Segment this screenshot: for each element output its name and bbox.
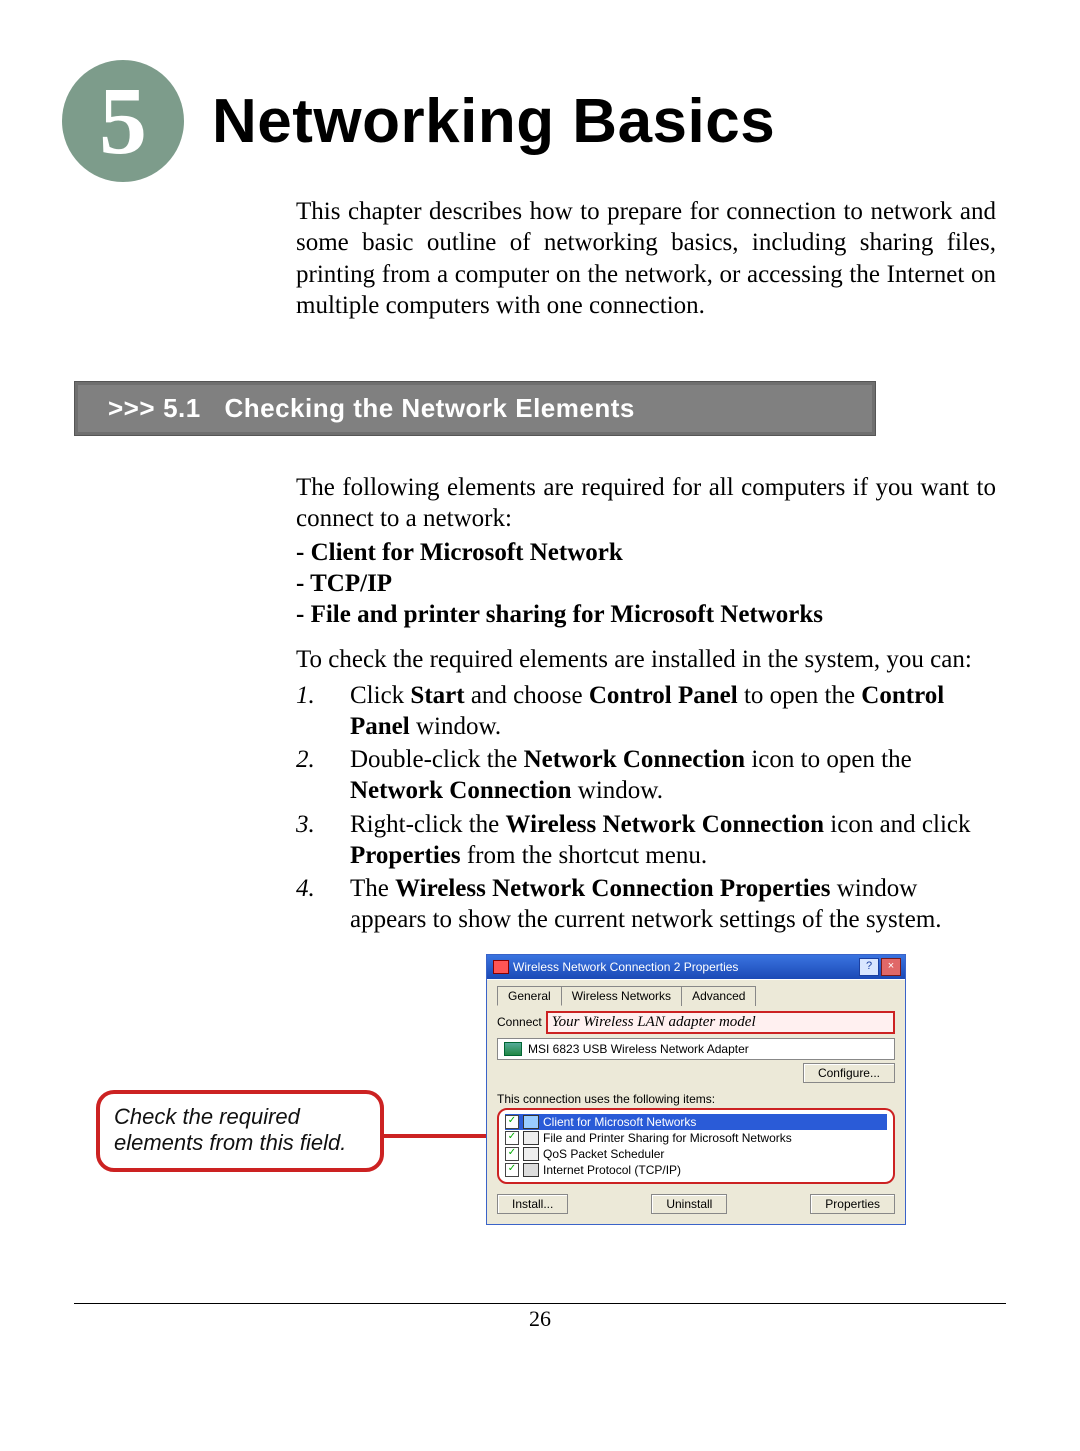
list-item-label: Internet Protocol (TCP/IP) <box>543 1163 681 1177</box>
checkbox-icon[interactable]: ✓ <box>505 1163 519 1177</box>
service-icon <box>523 1131 539 1145</box>
tab-wireless-networks[interactable]: Wireless Networks <box>561 986 682 1006</box>
checkbox-icon[interactable]: ✓ <box>505 1147 519 1161</box>
nic-icon <box>504 1042 522 1056</box>
tab-strip: General Wireless Networks Advanced <box>497 986 895 1006</box>
uninstall-button[interactable]: Uninstall <box>651 1194 727 1214</box>
page-number: 26 <box>0 1306 1080 1332</box>
list-item[interactable]: ✓ Internet Protocol (TCP/IP) <box>505 1162 887 1178</box>
required-intro-text: The following elements are required for … <box>296 472 996 535</box>
list-item[interactable]: ✓ File and Printer Sharing for Microsoft… <box>505 1130 887 1146</box>
properties-button[interactable]: Properties <box>810 1194 895 1214</box>
section-heading-bar: >>> 5.1 Checking the Network Elements <box>74 381 876 436</box>
callout-text: Check the required elements from this fi… <box>100 1094 380 1169</box>
install-button[interactable]: Install... <box>497 1194 568 1214</box>
dialog-close-button[interactable]: × <box>881 958 901 976</box>
check-intro-text: To check the required elements are insta… <box>296 644 996 675</box>
list-item-label: Client for Microsoft Networks <box>543 1115 696 1129</box>
body-column: This chapter describes how to prepare fo… <box>296 196 996 321</box>
adapter-name-field: MSI 6823 USB Wireless Network Adapter <box>497 1038 895 1060</box>
step-body: The Wireless Network Connection Properti… <box>350 873 996 936</box>
step-number: 4. <box>296 873 350 936</box>
configure-button[interactable]: Configure... <box>803 1063 895 1083</box>
page: 5 Networking Basics This chapter describ… <box>0 0 1080 1344</box>
footer-rule <box>74 1303 1006 1304</box>
items-label: This connection uses the following items… <box>497 1092 895 1106</box>
dialog-titlebar: Wireless Network Connection 2 Properties… <box>487 955 905 979</box>
connect-using-label: Connect <box>497 1015 542 1029</box>
dialog-title-icon <box>493 960 509 974</box>
section-number: 5.1 <box>163 393 201 424</box>
client-icon <box>523 1115 539 1129</box>
required-items-list: - Client for Microsoft Network - TCP/IP … <box>296 537 996 631</box>
connection-items-list[interactable]: ✓ Client for Microsoft Networks ✓ File a… <box>497 1108 895 1184</box>
tab-advanced[interactable]: Advanced <box>681 986 756 1006</box>
list-item-label: QoS Packet Scheduler <box>543 1147 664 1161</box>
dialog-help-button[interactable]: ? <box>859 958 879 976</box>
list-item[interactable]: ✓ QoS Packet Scheduler <box>505 1146 887 1162</box>
callout-box: Check the required elements from this fi… <box>96 1090 384 1173</box>
list-item-label: File and Printer Sharing for Microsoft N… <box>543 1131 792 1145</box>
step-number: 1. <box>296 680 350 743</box>
checkbox-icon[interactable]: ✓ <box>505 1131 519 1145</box>
section-prefix: >>> <box>108 393 155 424</box>
step-body: Click Start and choose Control Panel to … <box>350 680 996 743</box>
adapter-name-text: MSI 6823 USB Wireless Network Adapter <box>528 1042 749 1056</box>
adapter-model-hint: Your Wireless LAN adapter model <box>546 1011 895 1034</box>
section-title: Checking the Network Elements <box>224 393 634 424</box>
dialog-title-text: Wireless Network Connection 2 Properties <box>513 960 857 974</box>
steps-list: 1. Click Start and choose Control Panel … <box>296 680 996 936</box>
list-item[interactable]: ✓ Client for Microsoft Networks <box>505 1114 887 1130</box>
chapter-number-badge: 5 <box>62 60 184 182</box>
chapter-title: Networking Basics <box>212 86 775 157</box>
dialog-figure: Check the required elements from this fi… <box>296 954 996 1314</box>
required-item: - Client for Microsoft Network <box>296 537 996 568</box>
required-item: - File and printer sharing for Microsoft… <box>296 599 996 630</box>
properties-dialog: Wireless Network Connection 2 Properties… <box>486 954 906 1225</box>
required-item: - TCP/IP <box>296 568 996 599</box>
step-number: 3. <box>296 809 350 872</box>
step-number: 2. <box>296 744 350 807</box>
step-body: Right-click the Wireless Network Connect… <box>350 809 996 872</box>
service-icon <box>523 1147 539 1161</box>
tab-general[interactable]: General <box>497 986 562 1006</box>
protocol-icon <box>523 1163 539 1177</box>
step-body: Double-click the Network Connection icon… <box>350 744 996 807</box>
checkbox-icon[interactable]: ✓ <box>505 1115 519 1129</box>
tab-panel-general: Connect Your Wireless LAN adapter model … <box>497 1005 895 1214</box>
chapter-header: 5 Networking Basics <box>62 60 1006 182</box>
chapter-intro: This chapter describes how to prepare fo… <box>296 196 996 321</box>
